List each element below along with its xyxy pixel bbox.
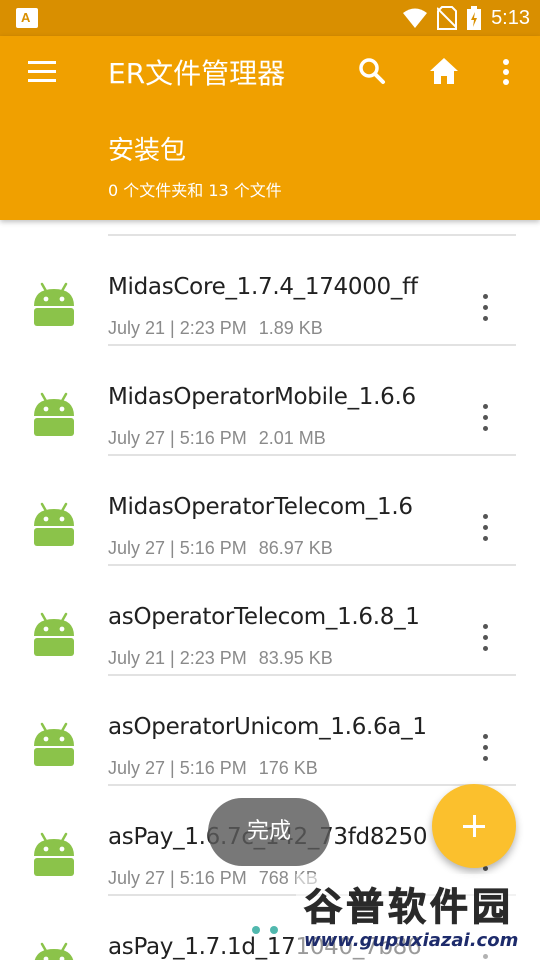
file-date: July 27 | 5:16 PM [108, 758, 247, 778]
battery-charging-icon [467, 6, 482, 30]
file-date: July 27 | 5:16 PM [108, 868, 247, 888]
app-title: ER文件管理器 [108, 57, 286, 90]
hamburger-menu-icon[interactable] [24, 54, 60, 90]
file-row[interactable]: MidasOperatorMobile_1.6.6 July 27 | 5:16 … [0, 346, 540, 456]
file-name: asOperatorUnicom_1.6.6a_1 [108, 714, 427, 740]
android-apk-icon [28, 718, 80, 770]
file-row[interactable]: asOperatorUnicom_1.6.6a_1 July 27 | 5:16 … [0, 676, 540, 786]
file-size: 86.97 KB [258, 538, 333, 558]
file-date: July 21 | 2:23 PM [108, 648, 247, 668]
file-meta: July 27 | 5:16 PM 768 KB [108, 868, 318, 889]
app-bar: ER文件管理器 安装包 0 个文件夹和 13 个文件 [0, 36, 540, 220]
android-apk-icon [28, 278, 80, 330]
file-meta: July 21 | 2:23 PM 1.89 KB [108, 318, 323, 339]
file-overflow-menu-icon[interactable] [472, 508, 500, 544]
file-overflow-menu-icon[interactable] [472, 288, 500, 324]
add-fab-button[interactable] [432, 784, 516, 868]
file-date: July 21 | 2:23 PM [108, 318, 247, 338]
android-apk-icon [28, 828, 80, 880]
watermark-logo: 谷普软件园 www.gupuxiazai.com [296, 874, 540, 960]
app-notification-icon [16, 8, 38, 28]
file-size: 1.89 KB [258, 318, 323, 338]
wifi-icon [403, 8, 428, 28]
file-name: asOperatorTelecom_1.6.8_1 [108, 604, 420, 630]
file-row[interactable]: MidasCore_1.7.4_174000_ff July 21 | 2:23 … [0, 236, 540, 346]
file-overflow-menu-icon[interactable] [472, 398, 500, 434]
android-apk-icon [28, 938, 80, 960]
file-name: MidasOperatorTelecom_1.6 [108, 494, 413, 520]
search-icon[interactable] [352, 52, 392, 92]
status-bar: 5:13 [0, 0, 540, 36]
overflow-menu-icon[interactable] [488, 52, 524, 92]
watermark-text: 谷普软件园 [303, 885, 515, 930]
file-date: July 27 | 5:16 PM [108, 428, 247, 448]
file-meta: July 27 | 5:16 PM 2.01 MB [108, 428, 326, 449]
clock-time: 5:13 [491, 6, 530, 29]
no-sim-icon [437, 6, 458, 30]
file-meta: July 27 | 5:16 PM 176 KB [108, 758, 318, 779]
file-size: 176 KB [258, 758, 318, 778]
file-overflow-menu-icon[interactable] [472, 618, 500, 654]
folder-title: 安装包 [108, 136, 187, 166]
android-apk-icon [28, 388, 80, 440]
page-indicator [252, 926, 278, 934]
status-icons: 5:13 [403, 6, 530, 30]
file-overflow-menu-icon[interactable] [472, 728, 500, 764]
watermark-url: www.gupuxiazai.com [304, 930, 519, 951]
file-row[interactable]: asOperatorTelecom_1.6.8_1 July 21 | 2:23 … [0, 566, 540, 676]
file-meta: July 27 | 5:16 PM 86.97 KB [108, 538, 333, 559]
file-meta: July 21 | 2:23 PM 83.95 KB [108, 648, 333, 669]
file-size: 2.01 MB [258, 428, 326, 448]
android-apk-icon [28, 608, 80, 660]
file-date: July 27 | 5:16 PM [108, 538, 247, 558]
file-name: MidasOperatorMobile_1.6.6 [108, 384, 416, 410]
file-size: 83.95 KB [258, 648, 333, 668]
toast-message: 完成 [208, 798, 330, 866]
file-row[interactable]: MidasOperatorTelecom_1.6 July 27 | 5:16 P… [0, 456, 540, 566]
folder-summary: 0 个文件夹和 13 个文件 [108, 181, 282, 200]
android-apk-icon [28, 498, 80, 550]
home-icon[interactable] [424, 52, 464, 92]
file-name: MidasCore_1.7.4_174000_ff [108, 274, 418, 300]
